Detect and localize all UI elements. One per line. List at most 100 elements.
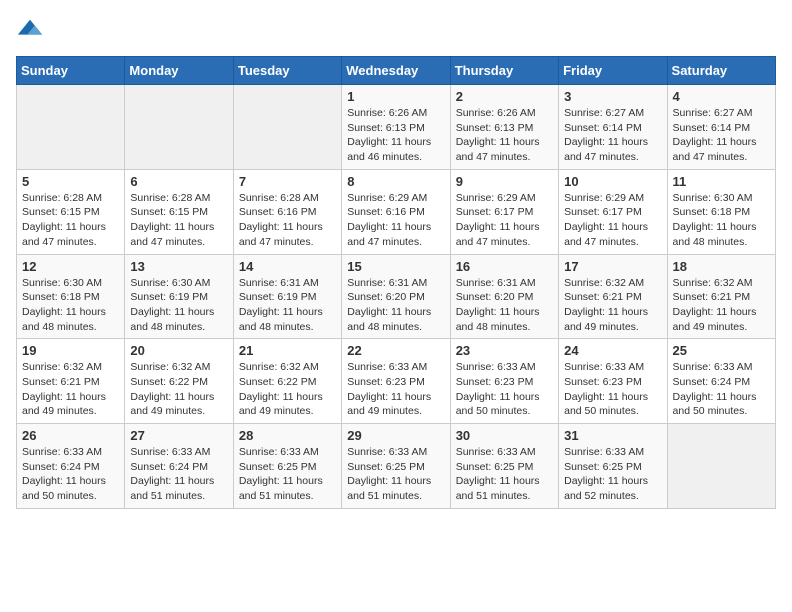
calendar-cell: 31 Sunrise: 6:33 AMSunset: 6:25 PMDayligh… bbox=[559, 424, 667, 509]
calendar-cell: 12 Sunrise: 6:30 AMSunset: 6:18 PMDayligh… bbox=[17, 254, 125, 339]
calendar-week-row: 1 Sunrise: 6:26 AMSunset: 6:13 PMDaylight… bbox=[17, 85, 776, 170]
calendar-cell: 30 Sunrise: 6:33 AMSunset: 6:25 PMDayligh… bbox=[450, 424, 558, 509]
day-info: Sunrise: 6:33 AMSunset: 6:25 PMDaylight:… bbox=[239, 445, 336, 504]
day-info: Sunrise: 6:29 AMSunset: 6:17 PMDaylight:… bbox=[564, 191, 661, 250]
day-info: Sunrise: 6:32 AMSunset: 6:21 PMDaylight:… bbox=[22, 360, 119, 419]
day-number: 23 bbox=[456, 343, 553, 358]
day-info: Sunrise: 6:31 AMSunset: 6:19 PMDaylight:… bbox=[239, 276, 336, 335]
day-number: 5 bbox=[22, 174, 119, 189]
calendar-cell: 4Sunrise: 6:27 AMSunset: 6:14 PMDaylight… bbox=[667, 85, 775, 170]
day-number: 18 bbox=[673, 259, 770, 274]
calendar-week-row: 12 Sunrise: 6:30 AMSunset: 6:18 PMDayligh… bbox=[17, 254, 776, 339]
weekday-header: Sunday bbox=[17, 57, 125, 85]
day-number: 6 bbox=[130, 174, 227, 189]
day-number: 16 bbox=[456, 259, 553, 274]
calendar-cell bbox=[233, 85, 341, 170]
day-info: Sunrise: 6:32 AMSunset: 6:21 PMDaylight:… bbox=[673, 276, 770, 335]
day-info: Sunrise: 6:33 AMSunset: 6:25 PMDaylight:… bbox=[564, 445, 661, 504]
calendar-cell: 15Sunrise: 6:31 AMSunset: 6:20 PMDayligh… bbox=[342, 254, 450, 339]
day-info: Sunrise: 6:32 AMSunset: 6:22 PMDaylight:… bbox=[239, 360, 336, 419]
day-info: Sunrise: 6:30 AMSunset: 6:18 PMDaylight:… bbox=[22, 276, 119, 335]
calendar-cell: 29 Sunrise: 6:33 AMSunset: 6:25 PMDayligh… bbox=[342, 424, 450, 509]
day-number: 1 bbox=[347, 89, 444, 104]
day-info: Sunrise: 6:26 AMSunset: 6:13 PMDaylight:… bbox=[456, 106, 553, 165]
day-info: Sunrise: 6:33 AMSunset: 6:23 PMDaylight:… bbox=[564, 360, 661, 419]
calendar-cell: 8Sunrise: 6:29 AMSunset: 6:16 PMDaylight… bbox=[342, 169, 450, 254]
calendar-cell: 10 Sunrise: 6:29 AMSunset: 6:17 PMDayligh… bbox=[559, 169, 667, 254]
day-info: Sunrise: 6:28 AMSunset: 6:15 PMDaylight:… bbox=[130, 191, 227, 250]
calendar-table: SundayMondayTuesdayWednesdayThursdayFrid… bbox=[16, 56, 776, 509]
day-info: Sunrise: 6:32 AMSunset: 6:22 PMDaylight:… bbox=[130, 360, 227, 419]
calendar-cell: 11 Sunrise: 6:30 AMSunset: 6:18 PMDayligh… bbox=[667, 169, 775, 254]
calendar-header-row: SundayMondayTuesdayWednesdayThursdayFrid… bbox=[17, 57, 776, 85]
calendar-week-row: 26 Sunrise: 6:33 AMSunset: 6:24 PMDayligh… bbox=[17, 424, 776, 509]
logo bbox=[16, 16, 48, 44]
weekday-header: Wednesday bbox=[342, 57, 450, 85]
day-info: Sunrise: 6:33 AMSunset: 6:25 PMDaylight:… bbox=[456, 445, 553, 504]
day-number: 28 bbox=[239, 428, 336, 443]
calendar-cell: 1Sunrise: 6:26 AMSunset: 6:13 PMDaylight… bbox=[342, 85, 450, 170]
day-number: 17 bbox=[564, 259, 661, 274]
logo-icon bbox=[16, 16, 44, 44]
calendar-cell: 21 Sunrise: 6:32 AMSunset: 6:22 PMDayligh… bbox=[233, 339, 341, 424]
day-info: Sunrise: 6:29 AMSunset: 6:16 PMDaylight:… bbox=[347, 191, 444, 250]
weekday-header: Friday bbox=[559, 57, 667, 85]
day-number: 9 bbox=[456, 174, 553, 189]
calendar-cell: 3 Sunrise: 6:27 AMSunset: 6:14 PMDaylight… bbox=[559, 85, 667, 170]
day-info: Sunrise: 6:27 AMSunset: 6:14 PMDaylight:… bbox=[673, 106, 770, 165]
calendar-cell: 13 Sunrise: 6:30 AMSunset: 6:19 PMDayligh… bbox=[125, 254, 233, 339]
day-info: Sunrise: 6:33 AMSunset: 6:25 PMDaylight:… bbox=[347, 445, 444, 504]
calendar-week-row: 19 Sunrise: 6:32 AMSunset: 6:21 PMDayligh… bbox=[17, 339, 776, 424]
day-number: 29 bbox=[347, 428, 444, 443]
calendar-cell: 20 Sunrise: 6:32 AMSunset: 6:22 PMDayligh… bbox=[125, 339, 233, 424]
day-number: 24 bbox=[564, 343, 661, 358]
day-info: Sunrise: 6:33 AMSunset: 6:24 PMDaylight:… bbox=[22, 445, 119, 504]
weekday-header: Monday bbox=[125, 57, 233, 85]
day-number: 11 bbox=[673, 174, 770, 189]
day-number: 22 bbox=[347, 343, 444, 358]
day-number: 2 bbox=[456, 89, 553, 104]
day-number: 3 bbox=[564, 89, 661, 104]
day-number: 31 bbox=[564, 428, 661, 443]
weekday-header: Saturday bbox=[667, 57, 775, 85]
calendar-cell bbox=[17, 85, 125, 170]
day-info: Sunrise: 6:27 AMSunset: 6:14 PMDaylight:… bbox=[564, 106, 661, 165]
day-number: 13 bbox=[130, 259, 227, 274]
day-info: Sunrise: 6:30 AMSunset: 6:19 PMDaylight:… bbox=[130, 276, 227, 335]
calendar-cell: 6 Sunrise: 6:28 AMSunset: 6:15 PMDaylight… bbox=[125, 169, 233, 254]
day-info: Sunrise: 6:33 AMSunset: 6:24 PMDaylight:… bbox=[673, 360, 770, 419]
day-number: 12 bbox=[22, 259, 119, 274]
day-number: 7 bbox=[239, 174, 336, 189]
weekday-header: Tuesday bbox=[233, 57, 341, 85]
calendar-cell: 24 Sunrise: 6:33 AMSunset: 6:23 PMDayligh… bbox=[559, 339, 667, 424]
day-number: 27 bbox=[130, 428, 227, 443]
calendar-cell: 22Sunrise: 6:33 AMSunset: 6:23 PMDayligh… bbox=[342, 339, 450, 424]
day-number: 19 bbox=[22, 343, 119, 358]
calendar-cell: 16 Sunrise: 6:31 AMSunset: 6:20 PMDayligh… bbox=[450, 254, 558, 339]
calendar-cell bbox=[667, 424, 775, 509]
calendar-cell: 17 Sunrise: 6:32 AMSunset: 6:21 PMDayligh… bbox=[559, 254, 667, 339]
day-number: 10 bbox=[564, 174, 661, 189]
day-info: Sunrise: 6:29 AMSunset: 6:17 PMDaylight:… bbox=[456, 191, 553, 250]
calendar-cell: 9 Sunrise: 6:29 AMSunset: 6:17 PMDaylight… bbox=[450, 169, 558, 254]
calendar-cell: 5Sunrise: 6:28 AMSunset: 6:15 PMDaylight… bbox=[17, 169, 125, 254]
calendar-cell: 25 Sunrise: 6:33 AMSunset: 6:24 PMDayligh… bbox=[667, 339, 775, 424]
calendar-cell: 14Sunrise: 6:31 AMSunset: 6:19 PMDayligh… bbox=[233, 254, 341, 339]
day-info: Sunrise: 6:32 AMSunset: 6:21 PMDaylight:… bbox=[564, 276, 661, 335]
calendar-cell: 18 Sunrise: 6:32 AMSunset: 6:21 PMDayligh… bbox=[667, 254, 775, 339]
calendar-cell: 19 Sunrise: 6:32 AMSunset: 6:21 PMDayligh… bbox=[17, 339, 125, 424]
day-number: 26 bbox=[22, 428, 119, 443]
day-info: Sunrise: 6:33 AMSunset: 6:24 PMDaylight:… bbox=[130, 445, 227, 504]
day-info: Sunrise: 6:31 AMSunset: 6:20 PMDaylight:… bbox=[456, 276, 553, 335]
day-number: 25 bbox=[673, 343, 770, 358]
day-number: 20 bbox=[130, 343, 227, 358]
calendar-cell: 2 Sunrise: 6:26 AMSunset: 6:13 PMDaylight… bbox=[450, 85, 558, 170]
day-number: 30 bbox=[456, 428, 553, 443]
calendar-cell: 26 Sunrise: 6:33 AMSunset: 6:24 PMDayligh… bbox=[17, 424, 125, 509]
day-number: 21 bbox=[239, 343, 336, 358]
day-number: 15 bbox=[347, 259, 444, 274]
day-info: Sunrise: 6:28 AMSunset: 6:16 PMDaylight:… bbox=[239, 191, 336, 250]
day-info: Sunrise: 6:33 AMSunset: 6:23 PMDaylight:… bbox=[456, 360, 553, 419]
page-header bbox=[16, 16, 776, 44]
day-info: Sunrise: 6:30 AMSunset: 6:18 PMDaylight:… bbox=[673, 191, 770, 250]
